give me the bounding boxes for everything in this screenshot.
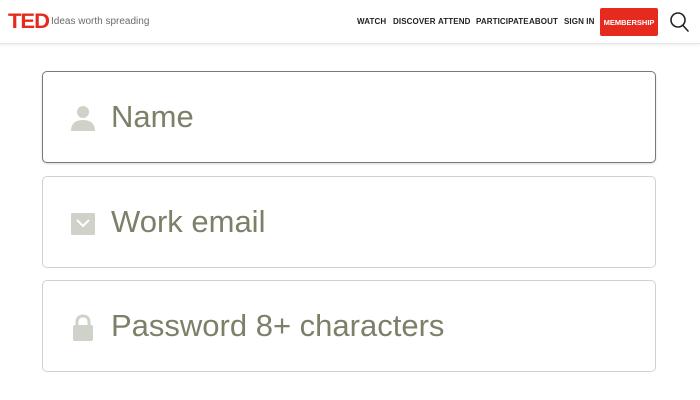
nav-sign-in[interactable]: SIGN IN [564,17,594,26]
ted-logo[interactable]: TED [8,10,50,34]
nav-watch[interactable]: WATCH [357,17,386,26]
envelope-icon [71,213,95,235]
password-input[interactable] [111,281,641,371]
nav-participate[interactable]: PARTICIPATE [476,17,529,26]
person-icon [71,106,95,131]
email-input[interactable] [111,177,641,267]
site-header: TED Ideas worth spreading WATCH DISCOVER… [0,0,700,44]
nav-attend[interactable]: ATTEND [438,17,470,26]
search-icon[interactable] [668,11,690,33]
name-field[interactable] [42,71,656,163]
membership-button[interactable]: MEMBERSHIP [600,8,658,36]
name-input[interactable] [111,72,641,162]
nav-about[interactable]: ABOUT [529,17,558,26]
nav-discover[interactable]: DISCOVER [393,17,436,26]
password-field[interactable] [42,280,656,372]
tagline: Ideas worth spreading [51,16,150,27]
email-field[interactable] [42,176,656,268]
lock-icon [73,314,93,341]
